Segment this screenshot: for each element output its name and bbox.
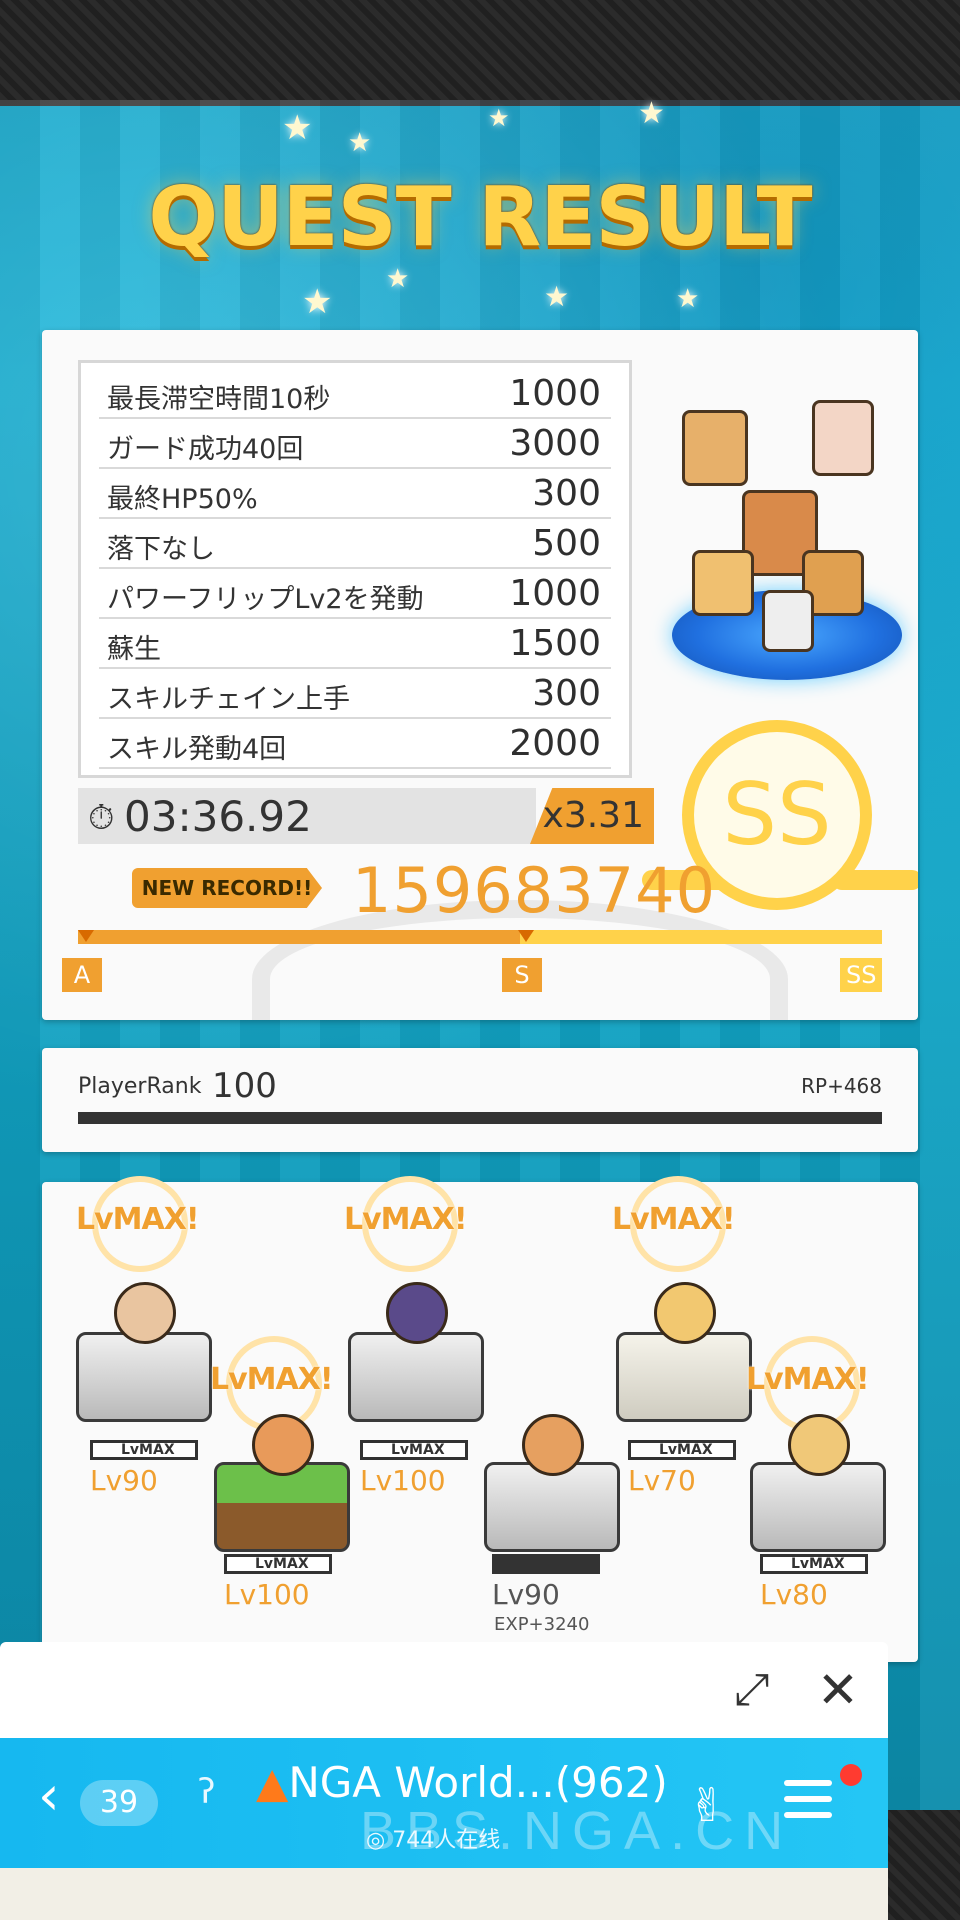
- bonus-label: スキル発動4回: [107, 734, 287, 765]
- character-level: Lv90: [90, 1464, 158, 1497]
- bonus-row: 最長滞空時間10秒 1000: [99, 369, 611, 419]
- bonus-value: 1000: [509, 573, 601, 614]
- lvmax-label: LvMAX!: [746, 1362, 870, 1397]
- bonus-value: 1500: [509, 623, 601, 664]
- bonus-list[interactable]: 最長滞空時間10秒 1000 ガード成功40回 3000 最終HP50% 300…: [78, 360, 632, 778]
- bonus-row: スキルチェイン上手 300: [99, 669, 611, 719]
- character-level: Lv80: [760, 1578, 828, 1611]
- total-score: 159683740: [352, 854, 717, 927]
- star-icon: ★: [386, 264, 410, 294]
- lvmax-label: LvMAX!: [210, 1362, 334, 1397]
- character-sprite[interactable]: [114, 1282, 176, 1344]
- star-icon: ★: [302, 282, 333, 322]
- bonus-row: 落下なし 500: [99, 519, 611, 569]
- character-level: Lv100: [224, 1578, 310, 1611]
- party-member-sprite: [692, 550, 754, 616]
- result-card: 最長滞空時間10秒 1000 ガード成功40回 3000 最終HP50% 300…: [42, 330, 918, 1020]
- star-icon: ★: [282, 108, 313, 148]
- top-dark-bar: [0, 0, 960, 106]
- bonus-label: 蘇生: [107, 634, 161, 665]
- player-rank-label: PlayerRank: [78, 1074, 202, 1099]
- exp-gained: EXP+3240: [494, 1614, 590, 1635]
- bottom-strip: [0, 1868, 888, 1920]
- character-pedestal: [76, 1332, 212, 1422]
- rank-mark-ss: SS: [840, 958, 883, 992]
- bonus-label: スキルチェイン上手: [107, 684, 350, 715]
- site-watermark: BBS.NGA.CN: [360, 1801, 794, 1861]
- bonus-label: 落下なし: [107, 534, 215, 565]
- lvmax-label: LvMAX!: [76, 1202, 200, 1237]
- character-level: Lv100: [360, 1464, 446, 1497]
- rank-pin-a: [78, 930, 94, 942]
- clock-icon: ⏱: [88, 798, 115, 838]
- character-sprite[interactable]: [788, 1414, 850, 1476]
- party-sprite-art: [642, 390, 912, 690]
- side-dark-corner: [888, 1810, 960, 1920]
- star-icon: ★: [676, 284, 700, 314]
- star-icon: ★: [638, 96, 665, 131]
- bonus-label: 最長滞空時間10秒: [107, 384, 331, 415]
- bonus-label: ガード成功40回: [107, 434, 304, 465]
- character-sprite[interactable]: [654, 1282, 716, 1344]
- bonus-label: パワーフリップLv2を発動: [107, 584, 424, 615]
- level-bar: LvMAX: [360, 1440, 468, 1460]
- character-level: Lv90: [492, 1578, 560, 1611]
- level-bar: LvMAX: [224, 1554, 332, 1574]
- bonus-value: 500: [532, 523, 601, 564]
- rank-pin-s: [518, 930, 534, 942]
- ear-icon[interactable]: ʔ: [198, 1772, 215, 1812]
- score-multiplier: x3.31: [530, 788, 654, 844]
- level-bar: LvMAX: [760, 1554, 868, 1574]
- character-sprite[interactable]: [522, 1414, 584, 1476]
- bonus-value: 3000: [509, 423, 601, 464]
- bonus-row: パワーフリップLv2を発動 1000: [99, 569, 611, 619]
- lvmax-label: LvMAX!: [344, 1202, 468, 1237]
- expand-icon[interactable]: ⤢: [726, 1664, 778, 1716]
- bonus-value: 300: [532, 473, 601, 514]
- bonus-row: スキル発動4回 2000: [99, 719, 611, 769]
- character-level: Lv70: [628, 1464, 696, 1497]
- floating-window-controls: ⤢ ✕: [0, 1642, 888, 1742]
- bonus-label: 最終HP50%: [107, 484, 258, 515]
- player-rank-card: PlayerRank 100 RP+468: [42, 1048, 918, 1152]
- fire-icon: ▲: [256, 1758, 289, 1807]
- bonus-value: 1000: [509, 373, 601, 414]
- bonus-value: 300: [532, 673, 601, 714]
- characters-card: LvMAX! LvMAX Lv90 LvMAX! LvMAX Lv100 LvM…: [42, 1176, 918, 1662]
- new-record-badge: NEW RECORD!!: [132, 868, 322, 908]
- exp-bar: [492, 1554, 600, 1574]
- bonus-value: 2000: [509, 723, 601, 764]
- rank-mark-a: A: [62, 958, 102, 992]
- rank-progress-fill: [78, 930, 521, 944]
- close-icon[interactable]: ✕: [812, 1664, 864, 1716]
- player-rank-progress-bar: [78, 1112, 882, 1124]
- character-sprite[interactable]: [252, 1414, 314, 1476]
- bonus-row: 蘇生 1500: [99, 619, 611, 669]
- party-member-sprite: [812, 400, 874, 476]
- bonus-row: 最終HP50% 300: [99, 469, 611, 519]
- character-pedestal: [616, 1332, 752, 1422]
- unread-count[interactable]: 39: [80, 1780, 158, 1826]
- star-icon: ★: [488, 104, 510, 132]
- party-member-sprite: [762, 590, 814, 652]
- character-pedestal: [348, 1332, 484, 1422]
- rank-mark-s: S: [502, 958, 542, 992]
- rank-points-gained: RP+468: [801, 1074, 882, 1098]
- star-icon: ★: [348, 128, 372, 158]
- back-arrow-icon[interactable]: ‹: [38, 1764, 60, 1827]
- level-bar: LvMAX: [90, 1440, 198, 1460]
- star-icon: ★: [544, 280, 570, 313]
- level-bar: LvMAX: [628, 1440, 736, 1460]
- clear-time: 03:36.92: [124, 792, 312, 841]
- bonus-row: ガード成功40回 3000: [99, 419, 611, 469]
- quest-result-title: QUEST RESULT: [148, 170, 812, 265]
- clear-time-bar: ⏱ 03:36.92: [78, 788, 536, 844]
- lvmax-label: LvMAX!: [612, 1202, 736, 1237]
- character-sprite[interactable]: [386, 1282, 448, 1344]
- rank-progress-track: [78, 930, 882, 944]
- player-rank-value: 100: [212, 1066, 277, 1106]
- party-member-sprite: [682, 410, 748, 486]
- notification-dot: [840, 1764, 862, 1786]
